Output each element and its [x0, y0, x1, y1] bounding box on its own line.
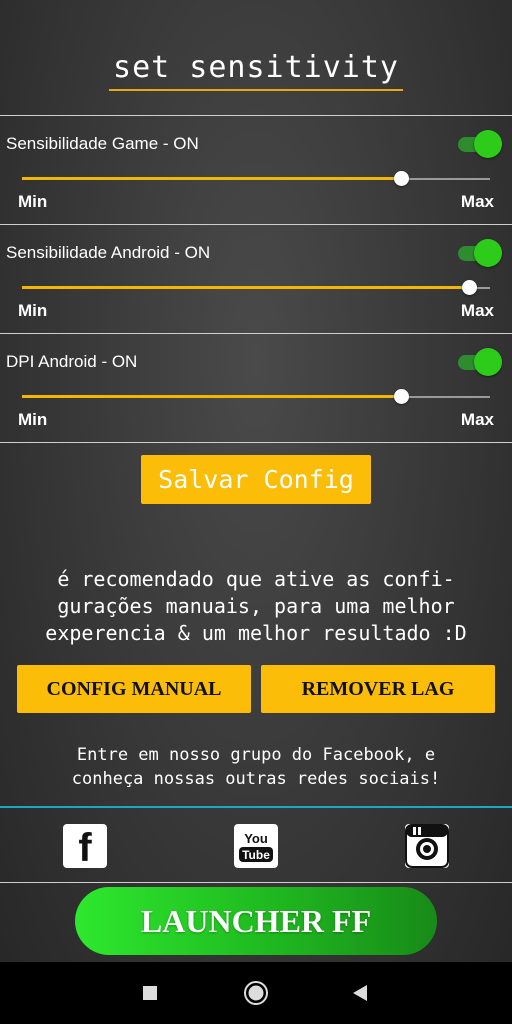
toggle-knob	[474, 130, 502, 158]
slider-thumb[interactable]	[461, 280, 477, 295]
sensitivity-android-slider[interactable]	[22, 280, 490, 296]
slider-fill	[22, 177, 402, 180]
max-label: Max	[460, 301, 494, 320]
instagram-icon[interactable]	[405, 824, 449, 868]
slider-fill	[22, 286, 469, 289]
toggle-knob	[474, 239, 502, 267]
sensitivity-android-section: Sensibilidade Android - ON Min Max	[0, 224, 512, 333]
instagram-glyph	[405, 824, 449, 868]
sensitivity-game-section: Sensibilidade Game - ON Min Max	[0, 115, 512, 224]
header: set sensitivity	[0, 50, 512, 91]
max-label: Max	[460, 410, 494, 429]
dpi-android-slider[interactable]	[22, 389, 490, 405]
youtube-icon[interactable]: You Tube	[234, 824, 278, 868]
sensitivity-game-toggle[interactable]	[456, 130, 502, 158]
dpi-android-toggle[interactable]	[456, 348, 502, 376]
youtube-text-top: You	[244, 831, 268, 846]
launcher-ff-button[interactable]: LAUNCHER FF	[75, 887, 437, 955]
home-icon[interactable]	[243, 980, 269, 1006]
recommendation-text: é recomendado que ative as confi- guraçõ…	[45, 567, 467, 645]
slider-fill	[22, 395, 402, 398]
social-bar: f You Tube	[0, 806, 512, 883]
facebook-letter: f	[78, 826, 92, 868]
youtube-glyph: You Tube	[239, 831, 273, 862]
sensitivity-android-label: Sensibilidade Android - ON	[6, 243, 211, 262]
remover-lag-button[interactable]: REMOVER LAG	[261, 665, 495, 713]
social-invite-text: Entre em nosso grupo do Facebook, e conh…	[71, 745, 441, 789]
dpi-android-label: DPI Android - ON	[6, 352, 138, 371]
sensitivity-game-label: Sensibilidade Game - ON	[6, 134, 199, 153]
sensitivity-game-slider[interactable]	[22, 171, 490, 187]
max-label: Max	[460, 192, 494, 211]
save-config-button[interactable]: Salvar Config	[141, 455, 371, 504]
sensitivity-android-toggle[interactable]	[456, 239, 502, 267]
min-label: Min	[18, 301, 48, 320]
page-title: set sensitivity	[109, 50, 403, 91]
slider-thumb[interactable]	[394, 171, 410, 186]
recent-apps-icon[interactable]	[137, 980, 163, 1006]
slider-thumb[interactable]	[394, 389, 410, 404]
back-icon[interactable]	[347, 980, 373, 1006]
youtube-text-bottom: Tube	[242, 848, 270, 862]
config-manual-button[interactable]: CONFIG MANUAL	[17, 665, 251, 713]
toggle-knob	[474, 348, 502, 376]
min-label: Min	[18, 192, 48, 211]
min-label: Min	[18, 410, 48, 429]
dpi-android-section: DPI Android - ON Min Max	[0, 333, 512, 443]
facebook-glyph: f	[78, 826, 92, 868]
facebook-icon[interactable]: f	[63, 824, 107, 868]
android-navbar	[0, 962, 512, 1024]
